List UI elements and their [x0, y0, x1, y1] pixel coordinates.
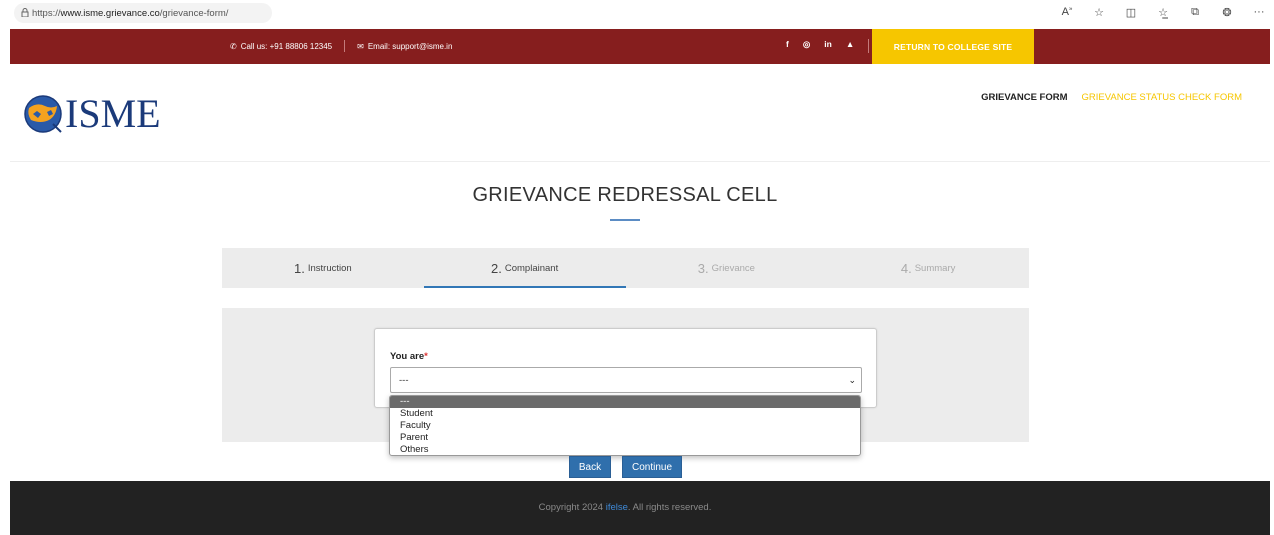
selected-value: --- — [399, 374, 409, 386]
url-host: www.isme.grievance.co — [60, 7, 160, 19]
step-label: Complainant — [504, 262, 559, 274]
phone-icon: ✆ — [230, 41, 237, 51]
main-nav: GRIEVANCE FORM GRIEVANCE STATUS CHECK FO… — [981, 92, 1242, 103]
isme-logo[interactable]: ISME — [23, 90, 161, 137]
copyright-prefix: Copyright 2024 — [538, 502, 606, 513]
continue-button[interactable]: Continue — [622, 456, 682, 478]
favorites-list-icon[interactable]: ☆̲ — [1156, 6, 1170, 19]
collections-icon[interactable]: ⧉ — [1188, 6, 1202, 19]
dropdown-option[interactable]: --- — [390, 396, 860, 408]
lock-icon — [21, 8, 29, 17]
back-button[interactable]: Back — [569, 456, 611, 478]
title-underline — [610, 219, 640, 221]
page-title: GRIEVANCE REDRESSAL CELL — [472, 184, 778, 206]
step-label: Summary — [914, 262, 956, 274]
read-aloud-icon[interactable]: A» — [1060, 6, 1074, 19]
step-complainant[interactable]: 2. Complainant — [423, 248, 626, 288]
step-label: Grievance — [711, 262, 755, 274]
you-are-dropdown-list: --- Student Faculty Parent Others — [389, 395, 861, 456]
copyright-text: Copyright 2024 ifelse. All rights reserv… — [10, 502, 1240, 513]
favorite-star-icon[interactable]: ☆ — [1092, 6, 1106, 19]
dropdown-option-faculty[interactable]: Faculty — [390, 420, 860, 432]
globe-logo-icon — [24, 94, 62, 133]
more-icon[interactable]: ··· — [1252, 6, 1266, 19]
dropdown-option-others[interactable]: Others — [390, 444, 860, 455]
youtube-icon[interactable]: ▲ — [846, 39, 854, 53]
phone-text[interactable]: Call us: +91 88806 12345 — [241, 42, 332, 51]
you-are-label: You are* — [390, 351, 428, 362]
step-number: 3. — [697, 260, 709, 276]
divider — [344, 40, 346, 52]
extensions-icon[interactable]: ❂ — [1220, 6, 1234, 19]
you-are-label-text: You are — [390, 351, 425, 362]
site-header: ISME GRIEVANCE FORM GRIEVANCE STATUS CHE… — [10, 64, 1270, 162]
dropdown-option-parent[interactable]: Parent — [390, 432, 860, 444]
footer-brand-link[interactable]: ifelse — [606, 502, 628, 513]
browser-toolbar: https://www.isme.grievance.co/grievance-… — [0, 0, 1274, 28]
dropdown-option-student[interactable]: Student — [390, 408, 860, 420]
step-summary: 4. Summary — [827, 248, 1029, 288]
address-bar[interactable]: https://www.isme.grievance.co/grievance-… — [14, 3, 272, 23]
url-prefix: https:// — [32, 7, 61, 19]
divider — [868, 39, 870, 53]
step-number: 2. — [491, 260, 502, 276]
step-number: 1. — [294, 260, 305, 276]
split-screen-icon[interactable]: ◫ — [1124, 6, 1138, 19]
email-icon: ✉ — [357, 41, 364, 51]
facebook-icon[interactable]: f — [786, 39, 789, 53]
step-grievance: 3. Grievance — [626, 248, 828, 288]
step-tabs: 1. Instruction 2. Complainant 3. Grievan… — [222, 248, 1029, 288]
return-to-college-button[interactable]: RETURN TO COLLEGE SITE — [872, 29, 1034, 64]
step-number: 4. — [900, 260, 912, 276]
browser-icons: A» ☆ ◫ ☆̲ ⧉ ❂ ··· — [1060, 6, 1266, 19]
social-links: f ◎ in ▲ — [786, 39, 870, 53]
linkedin-icon[interactable]: in — [824, 39, 832, 53]
site-footer: Copyright 2024 ifelse. All rights reserv… — [10, 481, 1270, 535]
you-are-select[interactable]: --- ⌄ — [390, 367, 862, 393]
required-mark: * — [424, 351, 428, 362]
contact-info: ✆ Call us: +91 88806 12345 ✉ Email: supp… — [230, 40, 452, 52]
step-label: Instruction — [307, 262, 352, 274]
url-path: /grievance-form/ — [159, 7, 229, 19]
email-text[interactable]: Email: support@isme.in — [368, 42, 453, 51]
copyright-suffix: . All rights reserved. — [627, 502, 712, 513]
top-contact-bar: ✆ Call us: +91 88806 12345 ✉ Email: supp… — [10, 29, 1270, 64]
logo-text: ISME — [65, 91, 161, 136]
chevron-down-icon: ⌄ — [848, 375, 856, 385]
nav-status-check-form[interactable]: GRIEVANCE STATUS CHECK FORM — [1082, 92, 1242, 103]
step-instruction[interactable]: 1. Instruction — [222, 248, 424, 288]
nav-grievance-form[interactable]: GRIEVANCE FORM — [981, 92, 1067, 103]
instagram-icon[interactable]: ◎ — [803, 39, 810, 53]
